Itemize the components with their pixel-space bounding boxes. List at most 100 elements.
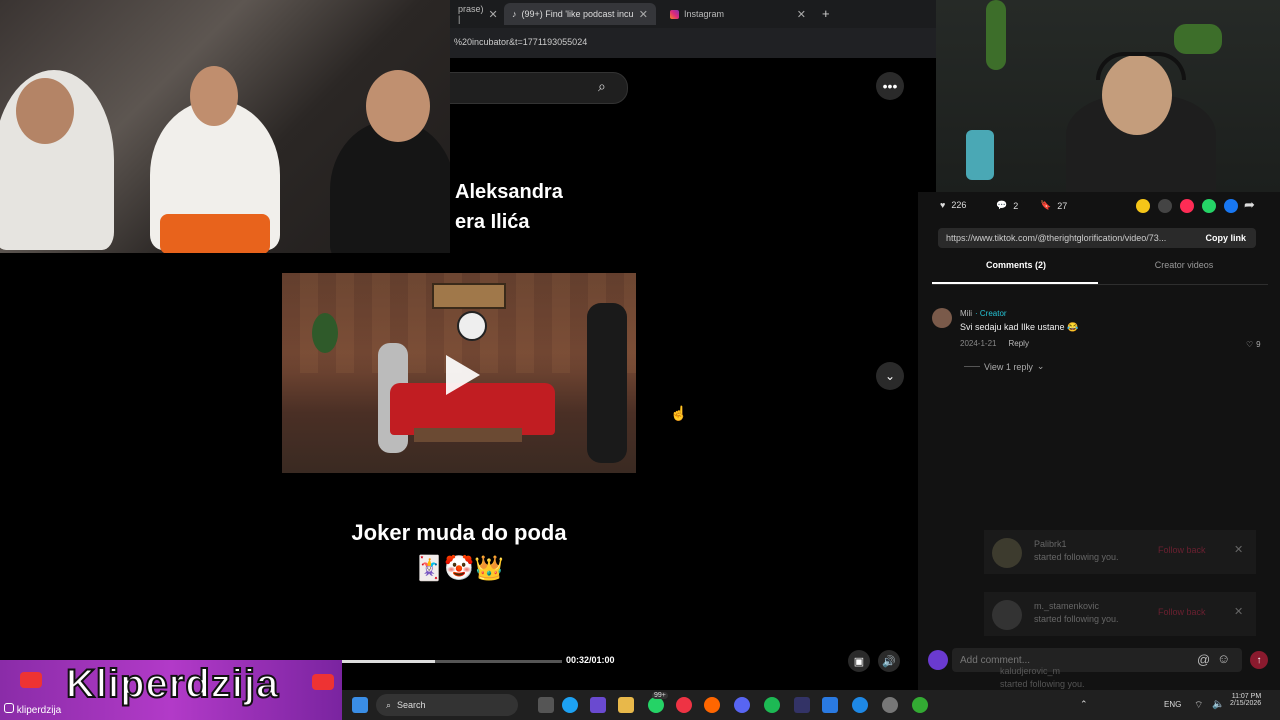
edge-icon[interactable] [562, 697, 578, 713]
task-view-icon[interactable] [538, 697, 554, 713]
comment-icon: 💬 [996, 200, 1008, 210]
video-emoji: 🃏🤡👑 [414, 555, 504, 582]
brand-handle: kliperdzija [4, 703, 61, 716]
comment-username[interactable]: Mili [960, 309, 972, 318]
send-icon[interactable] [1180, 199, 1194, 213]
comment-placeholder: Add comment... [960, 654, 1031, 666]
search-icon: ⌕ [386, 699, 392, 710]
view-replies-button[interactable]: View 1 reply ⌄ [964, 361, 1044, 372]
avatar [928, 650, 948, 670]
like-count: 226 [951, 200, 967, 210]
telegram-icon[interactable] [852, 697, 868, 713]
address-bar[interactable]: %20incubator&t=1771193055024 [450, 32, 934, 52]
tab-creator-videos[interactable]: Creator videos [1100, 260, 1268, 284]
brand-name: Kliperdzija [65, 661, 280, 707]
clock-date: 2/15/2026 [1230, 700, 1262, 707]
copy-link-button[interactable]: Copy link [1195, 233, 1256, 243]
webcam-streamer [936, 0, 1280, 192]
chrome-icon[interactable] [676, 697, 692, 713]
notif-text: started following you. [1034, 614, 1119, 624]
youtube-icon [312, 674, 334, 690]
volume-icon[interactable]: 🔊 [878, 650, 900, 672]
tab-label: prase) | [458, 4, 484, 24]
avatar[interactable] [932, 308, 952, 328]
tab-instagram[interactable]: Instagram ✕ [662, 3, 814, 25]
webcam-podcast-guests [0, 0, 450, 253]
comment-stat[interactable]: 💬 2 [996, 200, 1018, 211]
share-arrow-icon[interactable]: ➦ [1244, 197, 1255, 213]
pip-icon[interactable]: ▣ [848, 650, 870, 672]
search-icon[interactable]: ⌕ [598, 78, 606, 95]
close-icon[interactable]: ✕ [1234, 605, 1243, 618]
video-time: 00:32/01:00 [566, 655, 615, 665]
tab-comments[interactable]: Comments (2) [932, 260, 1100, 284]
speaker-icon[interactable]: 🔈 [1212, 699, 1224, 710]
app-icon[interactable] [794, 697, 810, 713]
coin-icon[interactable] [1136, 199, 1150, 213]
video-caption-line1: Aleksandra [455, 181, 563, 203]
whatsapp-icon[interactable] [648, 697, 664, 713]
language-indicator[interactable]: ENG [1164, 700, 1181, 709]
close-icon[interactable]: ✕ [797, 8, 806, 21]
notif-user: Palibrk1 [1034, 539, 1067, 549]
spotify-icon[interactable] [764, 697, 780, 713]
share-link-box[interactable]: https://www.tiktok.com/@therightglorific… [938, 228, 1256, 248]
divider [932, 284, 1268, 285]
firefox-icon[interactable] [704, 697, 720, 713]
tab-prev[interactable]: prase) | ✕ [450, 3, 502, 25]
more-options-icon[interactable]: ••• [876, 72, 904, 100]
avatar [992, 538, 1022, 568]
notepad-icon[interactable] [822, 697, 838, 713]
facebook-icon[interactable] [1224, 199, 1238, 213]
taskbar-search-label: Search [397, 700, 426, 710]
play-icon[interactable] [446, 355, 480, 395]
file-explorer-icon[interactable] [618, 697, 634, 713]
obs-icon[interactable] [912, 697, 928, 713]
save-stat[interactable]: 🔖 27 [1040, 200, 1067, 211]
notif-user: m._stamenkovic [1034, 601, 1100, 611]
notif-text: started following you. [1000, 679, 1085, 689]
notification-toast[interactable]: Palibrk1 started following you. Follow b… [984, 530, 1256, 574]
windows-start-icon[interactable] [352, 697, 368, 713]
avatar [992, 600, 1022, 630]
tab-label: (99+) Find 'like podcast incubat [521, 9, 634, 19]
close-icon[interactable]: ✕ [489, 8, 498, 21]
follow-back-button[interactable]: Follow back [1158, 545, 1206, 555]
close-icon[interactable]: ✕ [1234, 543, 1243, 556]
brand-handle-text: kliperdzija [16, 705, 62, 716]
comment-date: 2024-1-21 [960, 339, 997, 348]
settings-gear-icon[interactable] [882, 697, 898, 713]
creator-tag: · Creator [975, 309, 1007, 318]
system-tray-chevron-icon[interactable]: ⌃ [1080, 699, 1088, 710]
video-caption-line2: era Ilića [455, 211, 530, 233]
reply-button[interactable]: Reply [1008, 339, 1028, 348]
comment-author: Mili · Creator [960, 309, 1007, 318]
chevron-down-icon[interactable]: ⌄ [876, 362, 904, 390]
notification-toast[interactable]: m._stamenkovic started following you. Fo… [984, 592, 1256, 636]
heart-outline-icon: ♡ [1246, 340, 1254, 349]
whatsapp-icon[interactable] [1202, 199, 1216, 213]
mention-icon[interactable]: @ [1197, 652, 1210, 667]
follow-back-button[interactable]: Follow back [1158, 607, 1206, 617]
emoji-icon[interactable]: ☺ [1217, 651, 1230, 666]
comment-meta: 2024-1-21 Reply [960, 339, 1029, 348]
tiktok-favicon-icon: ♪ [512, 9, 517, 19]
wifi-icon[interactable]: ⌔ [1194, 699, 1203, 712]
copilot-icon[interactable] [590, 697, 606, 713]
youtube-icon [20, 672, 42, 688]
save-count: 27 [1057, 200, 1068, 211]
like-stat[interactable]: ♥ 226 [940, 200, 966, 210]
clock[interactable]: 11:07 PM 2/15/2026 [1230, 693, 1261, 707]
comment-like[interactable]: ♡ 9 [1246, 340, 1261, 349]
embed-icon[interactable] [1158, 199, 1172, 213]
clock-time: 11:07 PM [1231, 693, 1262, 700]
new-tab-button[interactable]: + [822, 6, 830, 21]
close-icon[interactable]: ✕ [639, 8, 648, 21]
discord-icon[interactable] [734, 697, 750, 713]
taskbar-search[interactable]: ⌕ Search [376, 694, 518, 716]
tab-tiktok[interactable]: ♪ (99+) Find 'like podcast incubat ✕ [504, 3, 656, 25]
comment-text: Svi sedaju kad Ilke ustane 😂 [960, 322, 1079, 332]
tab-label: Instagram [684, 9, 725, 19]
bookmark-icon: 🔖 [1040, 200, 1052, 210]
send-comment-button[interactable]: ↑ [1250, 651, 1268, 669]
